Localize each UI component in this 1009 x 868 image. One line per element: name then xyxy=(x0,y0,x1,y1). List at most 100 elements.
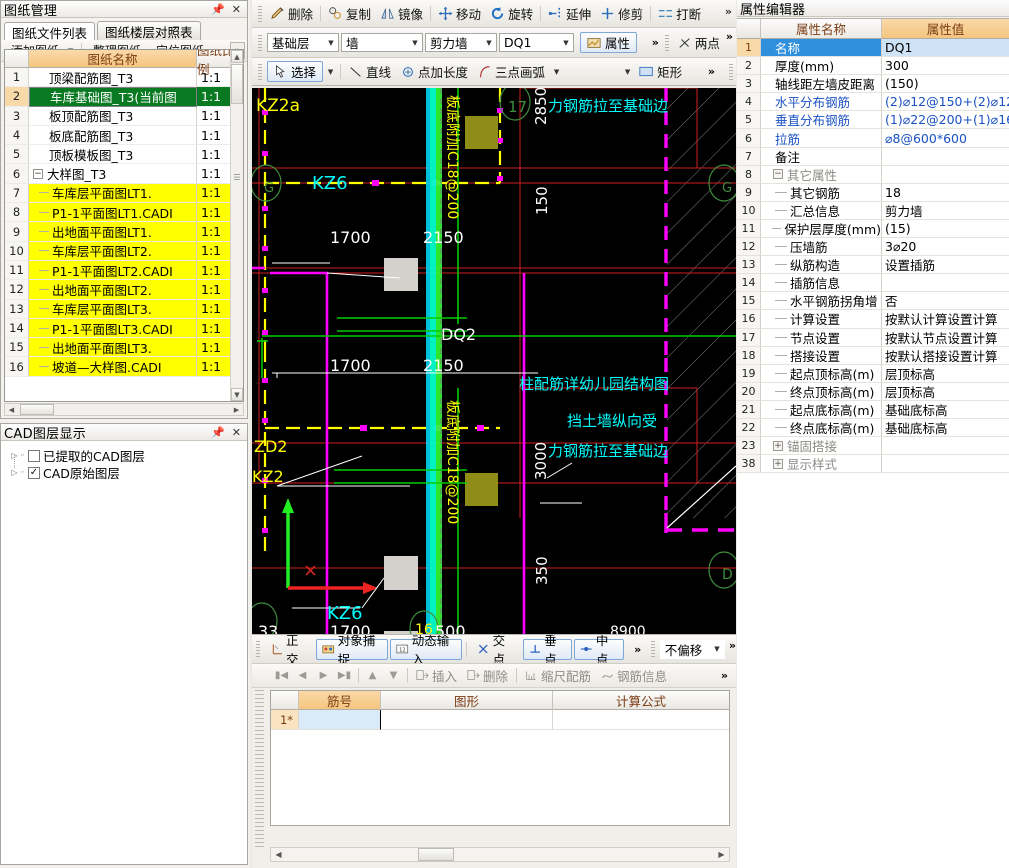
delete-row-button[interactable]: 删除 xyxy=(463,666,512,685)
drawing-name-cell[interactable]: 板底配筋图_T3 xyxy=(29,125,197,146)
arc-dropdown-icon[interactable]: ▼ xyxy=(551,68,562,76)
rebar-col-header-formula[interactable]: 计算公式 xyxy=(553,691,729,710)
hscroll-left-icon[interactable]: ◀ xyxy=(5,404,18,415)
property-value-cell[interactable]: 层顶标高 xyxy=(882,365,1009,383)
property-value-cell[interactable] xyxy=(882,455,1009,474)
rebar-col-header-index[interactable] xyxy=(271,691,299,710)
property-value-cell[interactable]: 剪力墙 xyxy=(882,202,1009,220)
chevron-down-icon[interactable]: ▼ xyxy=(408,39,422,47)
drawing-name-cell[interactable]: 车库层平面图LT3. xyxy=(29,299,197,319)
drawing-name-cell[interactable]: 出地面平面图LT2. xyxy=(29,280,197,300)
table-row[interactable]: 1 顶梁配筋图_T3 1:1 xyxy=(5,68,243,88)
expand-icon[interactable]: ▷ xyxy=(9,468,20,477)
table-row[interactable]: 6− 大样图_T3 1:1 xyxy=(5,164,243,184)
property-value-cell[interactable]: DQ1 xyxy=(882,39,1009,58)
table-row[interactable]: 2 车库基础图_T3(当前图 1:1 xyxy=(5,87,243,107)
checkbox-original-layers[interactable]: ✓ xyxy=(28,466,40,479)
close-icon[interactable]: ✕ xyxy=(232,426,241,439)
drawing-name-cell[interactable]: 出地面平面图LT1. xyxy=(29,222,197,242)
drawing-name-cell[interactable]: 坡道—大样图.CADI xyxy=(29,357,197,377)
property-row[interactable]: 22 终点底标高(m) 基础底标高 xyxy=(737,418,1009,438)
table-row[interactable]: 15 出地面平面图LT3. 1:1 xyxy=(5,338,243,358)
property-value-cell[interactable]: 层顶标高 xyxy=(882,383,1009,401)
property-value-cell[interactable] xyxy=(882,437,1009,456)
property-row[interactable]: 7 备注 xyxy=(737,147,1009,166)
chevron-down-icon[interactable]: ▼ xyxy=(559,39,573,47)
close-icon[interactable]: ✕ xyxy=(232,3,241,16)
offset-select[interactable]: 不偏移 ▼ xyxy=(659,639,725,659)
property-value-cell[interactable]: 设置插筋 xyxy=(882,256,1009,275)
property-row[interactable]: 6 拉筋 ⌀8@600*600 xyxy=(737,129,1009,148)
property-value-cell[interactable]: (1)⌀22@200+(1)⌀16@1 xyxy=(882,111,1009,130)
toolbar-grip[interactable] xyxy=(256,641,260,657)
rebar-formula-cell[interactable] xyxy=(553,710,729,730)
drawing-name-cell[interactable]: 车库基础图_T3(当前图 xyxy=(29,87,197,107)
property-row[interactable]: 20 终点顶标高(m) 层顶标高 xyxy=(737,382,1009,401)
move-down-icon[interactable]: ▼ xyxy=(384,667,403,685)
property-value-cell[interactable] xyxy=(882,166,1009,184)
property-value-cell[interactable]: 按默认节点设置计算 xyxy=(882,329,1009,347)
rebar-col-header-number[interactable]: 筋号 xyxy=(299,691,381,710)
property-value-cell[interactable]: 按默认计算设置计算 xyxy=(882,310,1009,329)
property-row[interactable]: 8− 其它属性 xyxy=(737,165,1009,184)
trim-button[interactable]: 修剪 xyxy=(596,2,647,25)
property-row[interactable]: 14 插筋信息 xyxy=(737,274,1009,293)
drawing-grid-hscrollbar[interactable]: ◀ ▶ xyxy=(4,403,244,416)
table-row[interactable]: 14 P1-1平面图LT3.CADI 1:1 xyxy=(5,318,243,339)
copy-button[interactable]: 复制 xyxy=(324,2,375,25)
midpoint-snap-toggle[interactable]: 中点 xyxy=(574,635,625,663)
select-tool-button[interactable]: 选择 xyxy=(267,61,324,82)
last-record-icon[interactable]: ▶▮ xyxy=(335,667,354,685)
property-value-cell[interactable]: (150) xyxy=(882,75,1009,94)
property-row[interactable]: 13 纵筋构造 设置插筋 xyxy=(737,256,1009,275)
wall-category-select[interactable]: 剪力墙 ▼ xyxy=(425,33,497,52)
drawing-name-cell[interactable]: 板顶配筋图_T3 xyxy=(29,106,197,126)
tab-floor-mapping[interactable]: 图纸楼层对照表 xyxy=(97,21,201,40)
selector-toolbar-overflow-icon[interactable]: » xyxy=(652,36,663,49)
table-row[interactable]: 5 顶板模板图_T3 1:1 xyxy=(5,145,243,165)
ortho-toggle[interactable]: 正交 xyxy=(265,635,315,663)
rectangle-dropdown-icon[interactable]: ▼ xyxy=(622,68,633,76)
property-button[interactable]: 属性 xyxy=(580,32,638,53)
table-row[interactable]: 8 P1-1平面图LT1.CADI 1:1 xyxy=(5,203,243,223)
scale-rebar-button[interactable]: 缩尺配筋 xyxy=(521,666,595,685)
property-row[interactable]: 1 名称 DQ1 xyxy=(737,39,1009,58)
table-row[interactable]: 16 坡道—大样图.CADI 1:1 xyxy=(5,357,243,377)
toolbar-grip[interactable] xyxy=(651,641,655,657)
drawing-name-cell[interactable]: 车库层平面图LT2. xyxy=(29,241,197,261)
drawing-name-cell[interactable]: − 大样图_T3 xyxy=(29,164,197,184)
table-row[interactable]: 11 P1-1平面图LT2.CADI 1:1 xyxy=(5,260,243,281)
property-row[interactable]: 18 搭接设置 按默认搭接设置计算 xyxy=(737,346,1009,365)
toolbar-grip[interactable] xyxy=(664,34,669,51)
property-row[interactable]: 4 水平分布钢筋 (2)⌀12@150+(2)⌀12@1 xyxy=(737,93,1009,112)
drawing-name-cell[interactable]: 顶板模板图_T3 xyxy=(29,145,197,165)
drawing-name-cell[interactable]: P1-1平面图LT2.CADI xyxy=(29,260,197,281)
property-value-cell[interactable]: (15) xyxy=(882,220,1009,239)
property-row[interactable]: 5 垂直分布钢筋 (1)⌀22@200+(1)⌀16@1 xyxy=(737,111,1009,130)
collapse-icon[interactable]: − xyxy=(773,169,783,180)
rebar-hscrollbar[interactable]: ◀ ▶ xyxy=(270,847,730,862)
drawing-name-cell[interactable]: 顶梁配筋图_T3 xyxy=(29,68,197,88)
pin-icon[interactable]: 📌 xyxy=(211,426,225,439)
move-button[interactable]: 移动 xyxy=(434,2,485,25)
collapse-icon[interactable]: − xyxy=(33,168,43,179)
two-point-button[interactable]: 两点 xyxy=(674,31,724,54)
draw-toolbar-overflow-icon[interactable]: » xyxy=(708,65,727,78)
table-row[interactable]: 3 板顶配筋图_T3 1:1 xyxy=(5,106,243,126)
object-snap-toggle[interactable]: 对象捕捉 xyxy=(316,635,389,663)
col-header-drawing-name[interactable]: 图纸名称 xyxy=(29,50,197,68)
prop-col-header-index[interactable] xyxy=(737,19,761,39)
rectangle-tool-button[interactable]: 矩形 xyxy=(635,60,686,83)
property-row[interactable]: 9 其它钢筋 18 xyxy=(737,183,1009,202)
cad-drawing-canvas[interactable]: KZ2a 17 2850 KZ6 G G 150 1700 2150 DQ2 1700 2150 柱配筋… xyxy=(252,88,736,634)
prop-col-header-name[interactable]: 属性名称 xyxy=(761,19,882,39)
vscroll-thumb[interactable] xyxy=(231,64,243,104)
table-row[interactable]: 13 车库层平面图LT3. 1:1 xyxy=(5,299,243,319)
table-row[interactable]: 7 车库层平面图LT1. 1:1 xyxy=(5,183,243,204)
property-value-cell[interactable] xyxy=(882,148,1009,166)
toolbar-grip[interactable] xyxy=(729,63,733,80)
drawing-name-cell[interactable]: 车库层平面图LT1. xyxy=(29,183,197,204)
property-row[interactable]: 16 计算设置 按默认计算设置计算 xyxy=(737,310,1009,329)
tab-file-list[interactable]: 图纸文件列表 xyxy=(4,22,96,41)
col-header-index[interactable] xyxy=(5,50,29,68)
